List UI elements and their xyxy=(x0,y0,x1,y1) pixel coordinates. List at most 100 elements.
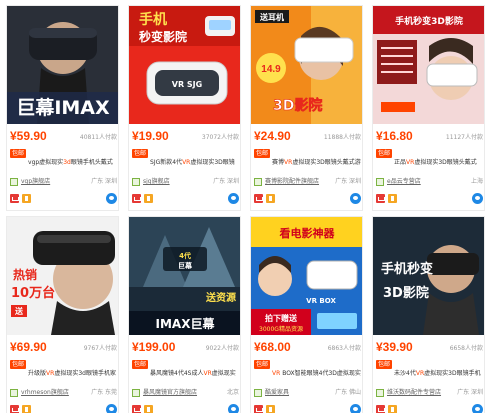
tmall-badge-icon[interactable] xyxy=(132,194,141,203)
store-badge-icon[interactable] xyxy=(388,194,397,203)
free-shipping-badge: 包邮 xyxy=(10,360,27,369)
wangwang-chat-icon[interactable] xyxy=(350,404,361,413)
banner-text: VR BOX xyxy=(306,297,336,305)
product-image[interactable]: 看电影神器 VR BOX 拍下赠送 3000G精品资源 xyxy=(251,217,362,335)
wangwang-chat-icon[interactable] xyxy=(228,193,239,204)
store-badge-icon[interactable] xyxy=(22,405,31,413)
banner-text: 3D影院 xyxy=(383,285,429,301)
product-image[interactable]: 手机秒变3D影院 xyxy=(373,6,484,124)
free-shipping-badge: 包邮 xyxy=(132,360,149,369)
sold-count: 9022人付款 xyxy=(205,345,239,352)
price: ¥199.00 xyxy=(132,340,176,354)
wangwang-chat-icon[interactable] xyxy=(472,404,483,413)
product-card[interactable]: 4代 巨幕 IMAX巨幕 送资源 ¥199.00 9022人付款 包邮暴风魔镜4… xyxy=(128,216,241,413)
store-badge-icon[interactable] xyxy=(266,194,275,203)
shop-link[interactable]: vgp旗舰店 xyxy=(21,177,93,187)
shop-icon xyxy=(376,178,384,186)
tmall-badge-icon[interactable] xyxy=(10,405,19,413)
product-title[interactable]: 包邮SJG新款4代VR虚拟现实3D眼镜头戴式影院手机视频智能头 xyxy=(132,149,239,173)
tmall-badge-icon[interactable] xyxy=(254,405,263,413)
tmall-badge-icon[interactable] xyxy=(132,405,141,413)
sold-count: 9767人付款 xyxy=(83,345,117,352)
tmall-badge-icon[interactable] xyxy=(254,194,263,203)
tmall-badge-icon[interactable] xyxy=(10,194,19,203)
product-title[interactable]: 包邮暴风魔镜4代4S成人VR虚拟现实眼镜3D影院头戴式智能手机 xyxy=(132,360,239,384)
location: 广东 深圳 xyxy=(335,178,361,185)
shop-link[interactable]: e品云专营店 xyxy=(387,177,459,187)
product-card[interactable]: 手机秒变3D影院 ¥16.80 11127人付款 包邮正品VR虚拟现实3D眼镜头… xyxy=(372,5,485,211)
store-badge-icon[interactable] xyxy=(144,194,153,203)
product-title[interactable]: 包邮升级版VR虚拟现实3d眼镜手机家用影院游戏机BOX xyxy=(10,360,117,384)
wangwang-chat-icon[interactable] xyxy=(106,404,117,413)
shop-link[interactable]: 赛博影院配件旗舰店 xyxy=(265,177,337,187)
wangwang-chat-icon[interactable] xyxy=(350,193,361,204)
product-title[interactable]: 包邮赛博VR虚拟现实3D眼镜头戴式游戏头盔4代智 xyxy=(254,149,361,173)
product-card[interactable]: 手机秒变 3D影院 ¥39.90 6658人付款 包邮未沙4代VR虚拟现实3D眼… xyxy=(372,216,485,413)
product-card[interactable]: 手机 秒变影院 VR SJG ¥19.90 37072人付款 包邮SJG新款4代… xyxy=(128,5,241,211)
banner-text: 巨幕IMAX xyxy=(16,97,110,119)
title-text: 虚拟现实3d眼镜手机家用影院游戏机BOX xyxy=(54,370,116,377)
product-image[interactable]: 热销 10万台 送 xyxy=(7,217,118,335)
wangwang-chat-icon[interactable] xyxy=(472,193,483,204)
banner-text: 秒变影院 xyxy=(139,29,187,44)
banner-text: 拍下赠送 xyxy=(265,313,298,323)
banner-text: VR SJG xyxy=(172,80,202,89)
shop-link[interactable]: 酷爱家具 xyxy=(265,388,337,398)
location: 北京 xyxy=(226,389,239,396)
product-title[interactable]: 包邮vgp虚拟现实3d眼镜手机头戴式影院游戏头盔暴 xyxy=(10,149,117,173)
title-text: vgp虚拟现实 xyxy=(28,159,64,166)
tmall-badge-icon[interactable] xyxy=(376,405,385,413)
vr-headset-icon: 手机秒变 3D影院 xyxy=(373,217,484,335)
free-shipping-badge: 包邮 xyxy=(254,360,271,369)
wangwang-chat-icon[interactable] xyxy=(228,404,239,413)
shop-icon xyxy=(10,389,18,397)
product-image[interactable]: 手机秒变 3D影院 xyxy=(373,217,484,335)
sold-count: 37072人付款 xyxy=(201,134,239,141)
product-image[interactable]: 送耳机 14.9 3D影院 xyxy=(251,6,362,124)
vr-headset-icon: 4代 巨幕 IMAX巨幕 送资源 xyxy=(129,217,240,335)
free-shipping-badge: 包邮 xyxy=(10,149,27,158)
shop-icon xyxy=(132,178,140,186)
location: 广东 佛山 xyxy=(335,389,361,396)
shop-icon xyxy=(254,389,262,397)
shop-icon xyxy=(376,389,384,397)
product-card[interactable]: 热销 10万台 送 ¥69.90 9767人付款 包邮升级版VR虚拟现实3d眼镜… xyxy=(6,216,119,413)
shop-link[interactable]: vrhmeson旗舰店 xyxy=(21,388,93,398)
title-text: 虚拟现实3D眼镜手机影院苹果头戴式游戏4 xyxy=(424,370,481,377)
sold-count: 6658人付款 xyxy=(449,345,483,352)
vr-headset-icon: 送耳机 14.9 3D影院 xyxy=(251,6,362,124)
product-image[interactable]: 巨幕IMAX xyxy=(7,6,118,124)
sold-count: 40811人付款 xyxy=(79,134,117,141)
product-title[interactable]: 包邮正品VR虚拟现实3D眼镜头戴式Box+手机3D影院游戏手 xyxy=(376,149,483,173)
product-image[interactable]: 手机 秒变影院 VR SJG xyxy=(129,6,240,124)
banner-text: 送资源 xyxy=(205,291,236,304)
sold-count: 11127人付款 xyxy=(445,134,483,141)
product-image[interactable]: 4代 巨幕 IMAX巨幕 送资源 xyxy=(129,217,240,335)
store-badge-icon[interactable] xyxy=(266,405,275,413)
title-text: BOX智能眼镜4代3D虚拟现实头戴式游 xyxy=(282,370,361,377)
free-shipping-badge: 包邮 xyxy=(376,360,393,369)
store-badge-icon[interactable] xyxy=(144,405,153,413)
free-shipping-badge: 包邮 xyxy=(254,149,271,158)
store-badge-icon[interactable] xyxy=(388,405,397,413)
shop-link[interactable]: 暴风魔镜官方旗舰店 xyxy=(143,388,215,398)
price: ¥19.90 xyxy=(132,129,169,143)
wangwang-chat-icon[interactable] xyxy=(106,193,117,204)
free-shipping-badge: 包邮 xyxy=(132,149,149,158)
product-card[interactable]: 看电影神器 VR BOX 拍下赠送 3000G精品资源 ¥68.00 6863人… xyxy=(250,216,363,413)
product-title[interactable]: 包邮VR BOX智能眼镜4代3D虚拟现实头戴式游 xyxy=(254,360,361,384)
shop-link[interactable]: sjg旗舰店 xyxy=(143,177,215,187)
product-card[interactable]: 巨幕IMAX ¥59.90 40811人付款 包邮vgp虚拟现实3d眼镜手机头戴… xyxy=(6,5,119,211)
title-highlight: VR xyxy=(415,370,425,377)
banner-text: 巨幕 xyxy=(178,261,193,270)
location: 广东 深圳 xyxy=(457,389,483,396)
product-title[interactable]: 包邮未沙4代VR虚拟现实3D眼镜手机影院苹果头戴式游戏4 xyxy=(376,360,483,384)
shop-icon xyxy=(10,178,18,186)
tmall-badge-icon[interactable] xyxy=(376,194,385,203)
shop-link[interactable]: 维沃数码配件专营店 xyxy=(387,388,459,398)
banner-text: 送 xyxy=(14,306,24,316)
store-badge-icon[interactable] xyxy=(22,194,31,203)
location: 广东 深圳 xyxy=(213,178,239,185)
product-card[interactable]: 送耳机 14.9 3D影院 ¥24.90 11888人付款 包邮赛博VR虚拟现实… xyxy=(250,5,363,211)
banner-text: 手机 xyxy=(139,11,167,28)
